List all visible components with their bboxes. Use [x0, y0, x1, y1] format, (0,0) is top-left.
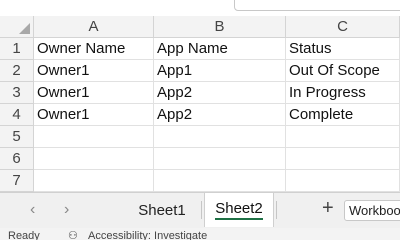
row-header-6[interactable]: 6 [0, 148, 34, 170]
cell-c1[interactable]: Status [286, 38, 400, 60]
cell-a4[interactable]: Owner1 [34, 104, 154, 126]
accessibility-status[interactable]: Accessibility: Investigate [88, 230, 207, 240]
cell-b1[interactable]: App Name [154, 38, 286, 60]
chevron-right-icon[interactable]: › [64, 201, 69, 219]
tab-divider [276, 201, 277, 219]
tab-divider [201, 201, 202, 219]
status-ready: Ready [8, 230, 40, 240]
cell-c3[interactable]: In Progress [286, 82, 400, 104]
cell-b4[interactable]: App2 [154, 104, 286, 126]
status-bar: Ready ⚇ Accessibility: Investigate [0, 228, 400, 240]
column-header-a[interactable]: A [34, 16, 154, 38]
row-header-5[interactable]: 5 [0, 126, 34, 148]
cell-a5[interactable] [34, 126, 154, 148]
select-all-button[interactable] [0, 16, 34, 38]
cell-a1[interactable]: Owner Name [34, 38, 154, 60]
column-header-c[interactable]: C [286, 16, 400, 38]
cell-b2[interactable]: App1 [154, 60, 286, 82]
cell-b6[interactable] [154, 148, 286, 170]
tab-sheet1-label: Sheet1 [138, 201, 186, 219]
tab-sheet2-label: Sheet2 [215, 200, 263, 220]
add-sheet-icon[interactable]: + [322, 197, 334, 220]
formula-input[interactable] [234, 0, 400, 11]
sheet-tab-bar: ‹ › Sheet1 Sheet2 + Workbook Statistics [0, 192, 400, 228]
row-header-4[interactable]: 4 [0, 104, 34, 126]
accessibility-icon[interactable]: ⚇ [68, 229, 78, 240]
row-header-3[interactable]: 3 [0, 82, 34, 104]
cell-c2[interactable]: Out Of Scope [286, 60, 400, 82]
row-header-1[interactable]: 1 [0, 38, 34, 60]
cell-a3[interactable]: Owner1 [34, 82, 154, 104]
cell-c4[interactable]: Complete [286, 104, 400, 126]
cell-a2[interactable]: Owner1 [34, 60, 154, 82]
cell-b7[interactable] [154, 170, 286, 192]
chevron-left-icon[interactable]: ‹ [30, 201, 35, 219]
cell-c6[interactable] [286, 148, 400, 170]
cell-b5[interactable] [154, 126, 286, 148]
tab-sheet1[interactable]: Sheet1 [128, 193, 196, 227]
cell-c5[interactable] [286, 126, 400, 148]
cell-a6[interactable] [34, 148, 154, 170]
cell-c7[interactable] [286, 170, 400, 192]
select-all-triangle-icon [19, 23, 30, 34]
formula-bar-area [0, 0, 400, 16]
spreadsheet-grid: A B C 1 2 3 4 5 6 7 Owner Name App Name … [0, 16, 400, 192]
workbook-statistics-button[interactable]: Workbook Statistics [344, 200, 400, 221]
row-header-7[interactable]: 7 [0, 170, 34, 192]
row-header-2[interactable]: 2 [0, 60, 34, 82]
cell-a7[interactable] [34, 170, 154, 192]
cell-b3[interactable]: App2 [154, 82, 286, 104]
column-header-b[interactable]: B [154, 16, 286, 38]
tab-sheet2[interactable]: Sheet2 [204, 193, 274, 227]
